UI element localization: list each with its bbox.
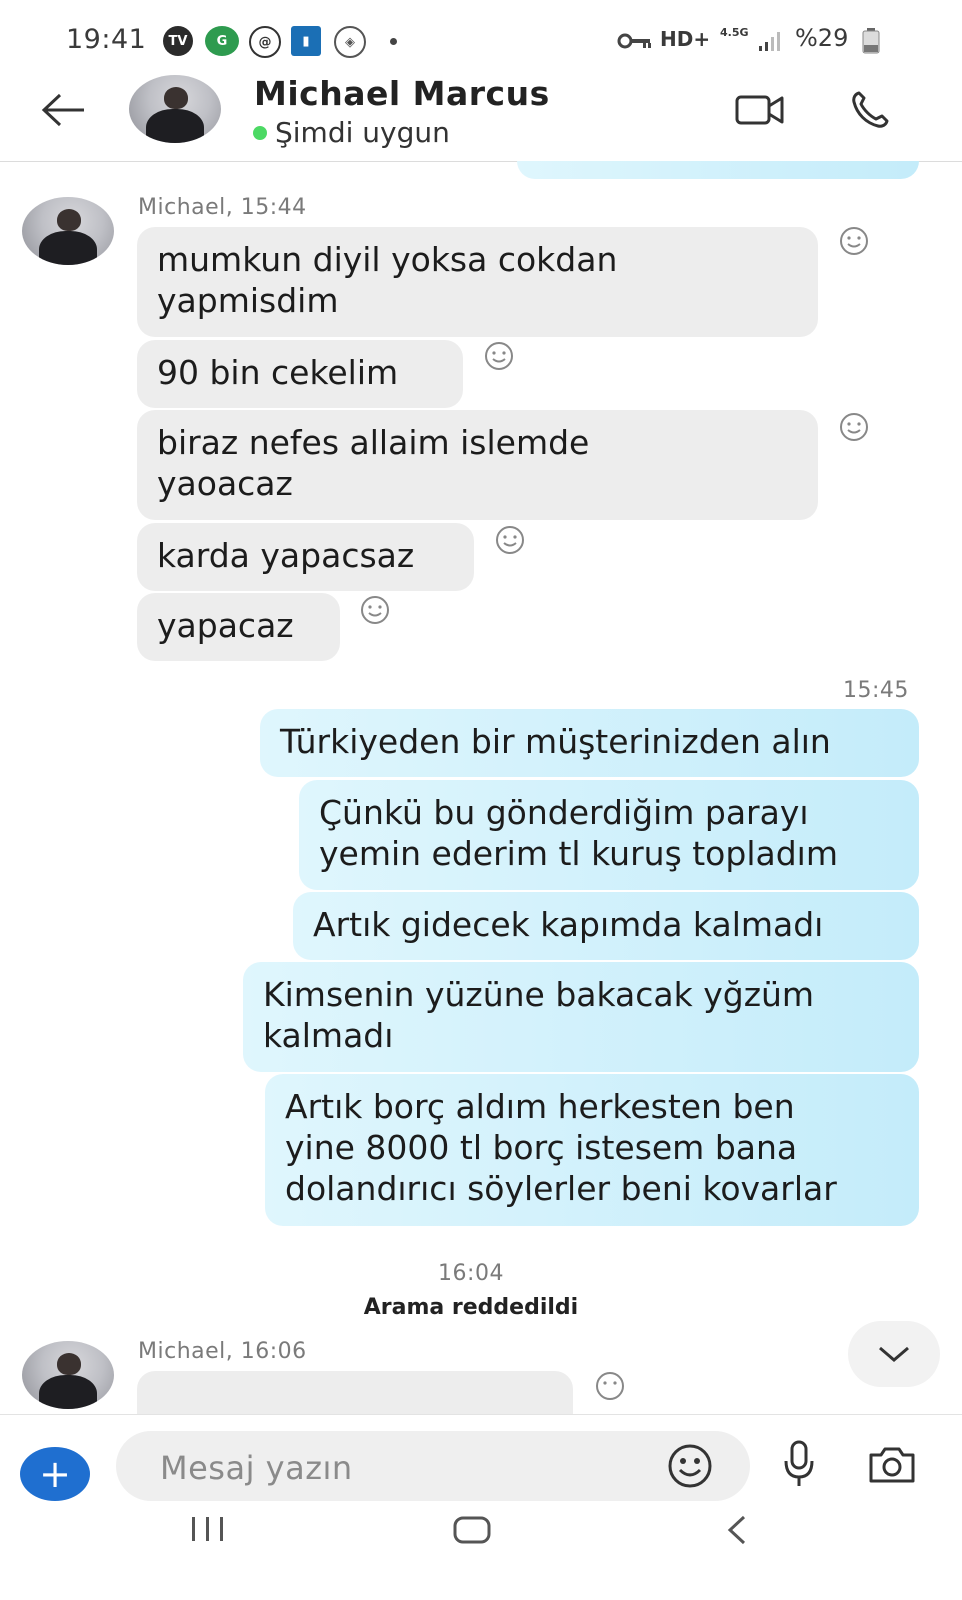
vpn-key-icon: [617, 33, 651, 49]
message-bubble-outgoing[interactable]: Çünkü bu gönderdiğim parayı yemin ederim…: [299, 780, 919, 890]
message-text: yemin ederim tl kuruş topladım: [319, 834, 838, 873]
add-reaction-icon[interactable]: [839, 226, 869, 256]
message-text: karda yapacsaz: [157, 536, 415, 575]
message-bubble-outgoing[interactable]: Türkiyeden bir müşterinizden alın: [260, 709, 919, 777]
online-status-dot: [253, 125, 267, 140]
message-input-placeholder: Mesaj yazın: [160, 1449, 353, 1487]
message-bubble-outgoing[interactable]: Artık borç aldım herkesten ben yine 8000…: [265, 1074, 919, 1226]
message-bubble-incoming[interactable]: mumkun diyil yoksa cokdan yapmisdim: [137, 227, 818, 337]
message-text: mumkun diyil yoksa cokdan: [157, 240, 618, 279]
message-text: yaoacaz: [157, 464, 293, 503]
battery-percent: %29: [795, 24, 849, 52]
message-bubble-incoming[interactable]: 90 bin cekelim: [137, 340, 463, 408]
back-nav-icon[interactable]: [722, 1514, 752, 1546]
recent-apps-icon[interactable]: [188, 1515, 228, 1545]
plus-icon: +: [39, 1452, 71, 1496]
signal-icon: [759, 32, 780, 51]
signal-label: 4.5G: [720, 26, 749, 39]
home-icon[interactable]: [452, 1515, 492, 1545]
add-attachment-button[interactable]: +: [20, 1447, 90, 1501]
sync-app-icon: @: [249, 26, 281, 58]
network-label: HD+: [660, 27, 711, 51]
call-event-time: 16:04: [438, 1261, 504, 1286]
camera-icon[interactable]: [867, 1445, 917, 1485]
emoji-icon[interactable]: [666, 1442, 714, 1490]
call-declined-text: Arama reddedildi: [363, 1295, 579, 1320]
message-bubble-incoming[interactable]: biraz nefes allaim islemde yaoacaz: [137, 410, 818, 520]
sender-avatar[interactable]: [22, 1341, 114, 1409]
message-list[interactable]: Michael, 15:44 mumkun diyil yoksa cokdan…: [0, 161, 962, 1414]
video-call-icon[interactable]: [735, 94, 785, 126]
message-text: kalmadı: [263, 1016, 394, 1055]
microphone-icon[interactable]: [782, 1439, 816, 1489]
message-text: yapmisdim: [157, 281, 339, 320]
notification-dot-icon: [390, 38, 397, 45]
message-text: Artık borç aldım herkesten ben: [285, 1087, 795, 1126]
message-text: Kimsenin yüzüne bakacak yğzüm: [263, 975, 815, 1014]
add-reaction-icon[interactable]: [484, 341, 514, 371]
tv-icon: TV: [163, 26, 193, 56]
message-bubble-outgoing[interactable]: Kimsenin yüzüne bakacak yğzüm kalmadı: [243, 962, 919, 1072]
message-timestamp: 15:45: [843, 678, 909, 703]
message-text: yine 8000 tl borç istesem bana: [285, 1128, 798, 1167]
bank-app-icon: ▮: [291, 26, 321, 56]
chevron-down-icon: [879, 1346, 909, 1362]
message-bubble-incoming-partial[interactable]: [137, 1371, 573, 1414]
shield-app-icon: ◈: [334, 26, 366, 58]
sender-timestamp: Michael, 15:44: [138, 195, 307, 220]
contact-status-text: Şimdi uygun: [275, 116, 450, 149]
message-text: 90 bin cekelim: [157, 353, 399, 392]
add-reaction-icon[interactable]: [360, 595, 390, 625]
message-text: Çünkü bu gönderdiğim parayı: [319, 793, 809, 832]
system-navigation-bar: [0, 1514, 962, 1600]
back-arrow-icon[interactable]: [40, 92, 88, 128]
sender-avatar[interactable]: [22, 197, 114, 265]
phone-call-icon[interactable]: [850, 90, 890, 130]
globe-app-icon: G: [205, 26, 239, 56]
status-time: 19:41: [66, 24, 147, 55]
message-text: Türkiyeden bir müşterinizden alın: [280, 722, 831, 761]
message-text: yapacaz: [157, 606, 294, 645]
scroll-to-bottom-button[interactable]: [848, 1321, 940, 1387]
message-bubble-incoming[interactable]: karda yapacsaz: [137, 523, 474, 591]
message-composer: + Mesaj yazın: [0, 1414, 962, 1515]
message-text: dolandırıcı söylerler beni kovarlar: [285, 1169, 837, 1208]
message-text: biraz nefes allaim islemde: [157, 423, 590, 462]
add-reaction-icon[interactable]: [595, 1371, 625, 1401]
message-text: Artık gidecek kapımda kalmadı: [313, 905, 824, 944]
message-bubble-incoming[interactable]: yapacaz: [137, 593, 340, 661]
sender-timestamp: Michael, 16:06: [138, 1339, 307, 1364]
message-bubble-outgoing[interactable]: Artık gidecek kapımda kalmadı: [293, 892, 919, 960]
contact-avatar[interactable]: [129, 75, 221, 143]
contact-name: Michael Marcus: [254, 74, 550, 113]
battery-icon: [862, 28, 880, 54]
add-reaction-icon[interactable]: [495, 525, 525, 555]
message-bubble-outgoing-partial[interactable]: [517, 161, 919, 179]
contact-status: Şimdi uygun: [253, 116, 450, 149]
status-bar: 19:41 TV G @ ▮ ◈ HD+ 4.5G %29: [0, 0, 962, 70]
add-reaction-icon[interactable]: [839, 412, 869, 442]
